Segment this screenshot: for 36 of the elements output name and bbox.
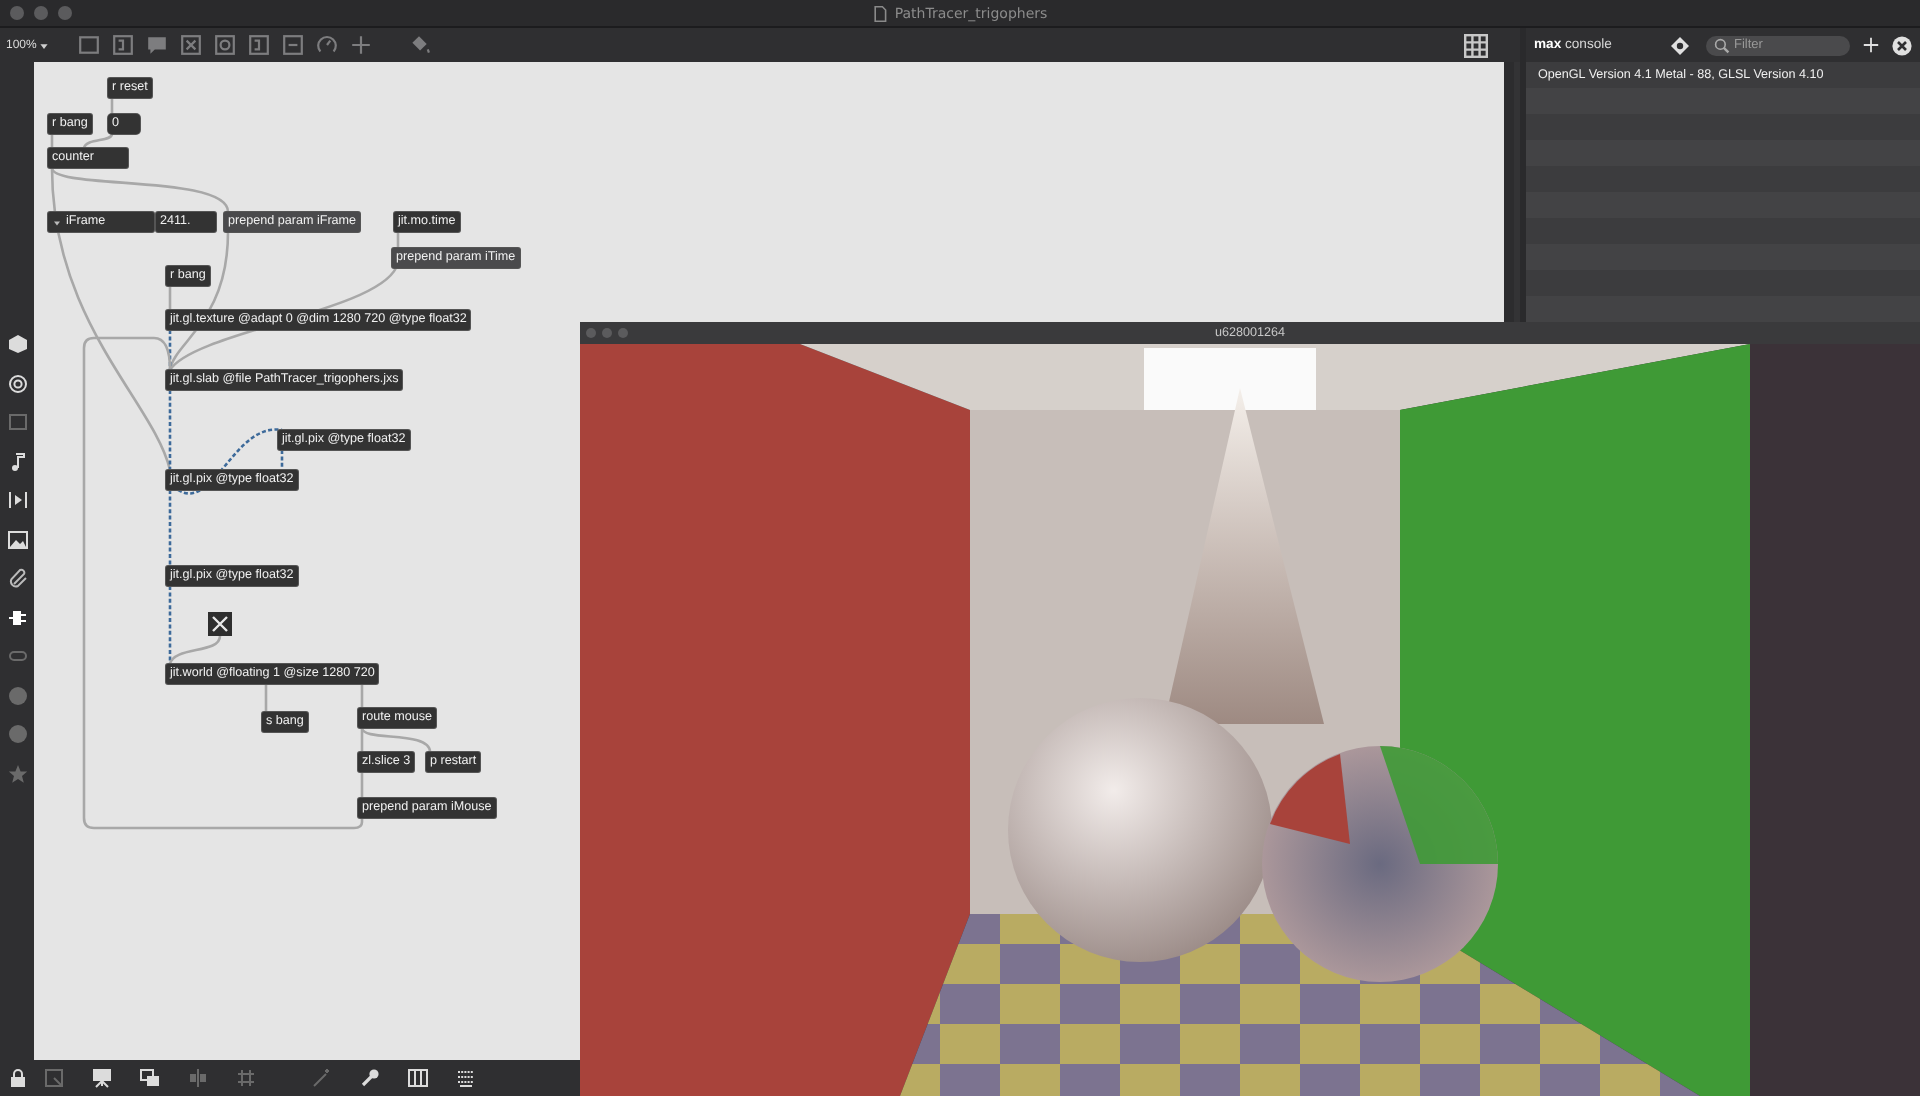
- comment-icon[interactable]: [146, 34, 169, 56]
- close-icon[interactable]: [1892, 35, 1912, 55]
- patch-cord: [82, 133, 114, 149]
- windows-icon[interactable]: [140, 1068, 160, 1088]
- paperclip-icon[interactable]: [7, 568, 27, 588]
- lock-icon[interactable]: [8, 1068, 28, 1088]
- caret-icon: [38, 39, 51, 51]
- document-icon: [872, 5, 889, 21]
- toggle-box[interactable]: [208, 612, 232, 636]
- keyboard-icon[interactable]: [456, 1068, 476, 1088]
- selection-icon[interactable]: [44, 1068, 64, 1088]
- align-icon[interactable]: [188, 1068, 208, 1088]
- object-box-icon[interactable]: [78, 34, 101, 56]
- grid-icon[interactable]: [236, 1068, 256, 1088]
- target-icon[interactable]: [1670, 35, 1690, 55]
- play-icon[interactable]: [7, 490, 27, 510]
- piano-icon[interactable]: [408, 1068, 428, 1088]
- wand-icon[interactable]: [312, 1068, 332, 1088]
- star-icon[interactable]: [7, 763, 27, 783]
- image-icon[interactable]: [7, 529, 27, 549]
- presentation-icon[interactable]: [92, 1068, 112, 1088]
- plus-icon[interactable]: [350, 34, 373, 56]
- circle-icon[interactable]: [7, 685, 27, 705]
- dial-icon[interactable]: [316, 34, 339, 56]
- plug-icon[interactable]: [7, 607, 27, 627]
- rectangle-icon[interactable]: [7, 412, 27, 432]
- grid-view-icon[interactable]: [1464, 33, 1488, 57]
- circle-icon[interactable]: [7, 724, 27, 744]
- button-box-icon[interactable]: [180, 34, 203, 56]
- target-icon[interactable]: [7, 373, 27, 393]
- add-icon[interactable]: [1862, 36, 1880, 54]
- cube-icon[interactable]: [7, 334, 27, 354]
- toggle-box-icon[interactable]: [214, 34, 237, 56]
- loop-icon[interactable]: [7, 646, 27, 666]
- stepper-icon: [52, 217, 62, 227]
- music-note-icon[interactable]: [7, 451, 27, 471]
